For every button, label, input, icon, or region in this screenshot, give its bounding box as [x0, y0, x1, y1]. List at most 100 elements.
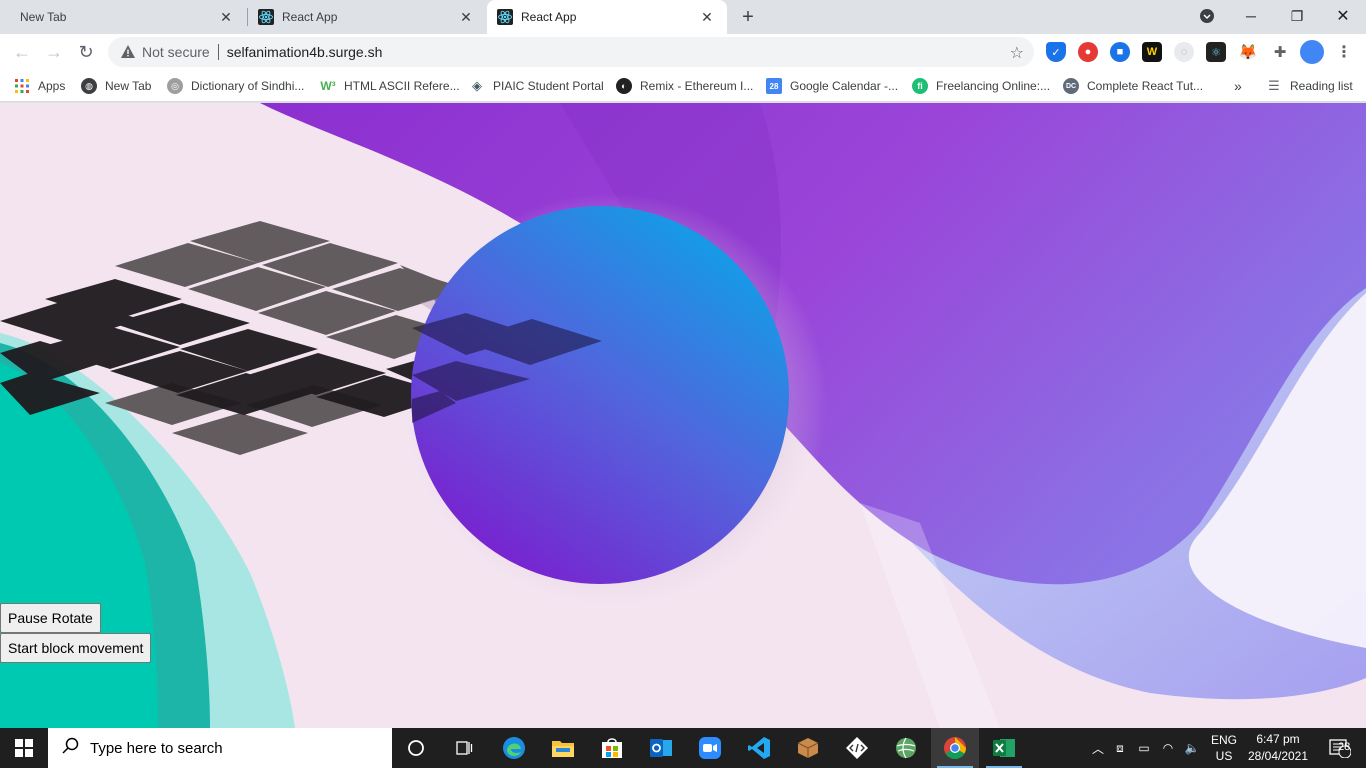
react-devtools-icon[interactable]: ⚛ [1206, 42, 1226, 62]
address-bar[interactable]: Not secure selfanimation4b.surge.sh ☆ [108, 37, 1034, 67]
tab-title: React App [521, 10, 577, 24]
lang-bottom: US [1215, 749, 1233, 763]
bookmark-freelancing[interactable]: fi Freelancing Online:... [912, 76, 1050, 96]
search-placeholder: Type here to search [90, 739, 223, 757]
bookmark-new-tab[interactable]: ◍ New Tab [81, 76, 151, 96]
url-text[interactable]: selfanimation4b.surge.sh [227, 44, 383, 60]
excel-icon[interactable] [980, 728, 1028, 768]
bookmark-html-ascii[interactable]: W³ HTML ASCII Refere... [320, 76, 460, 96]
task-view-icon[interactable] [440, 728, 488, 768]
bookmark-label: Remix - Ethereum I... [640, 79, 754, 93]
tab-react-app-active[interactable]: React App ✕ [487, 0, 727, 34]
menu-icon[interactable]: ⋮ [1334, 42, 1354, 62]
tab-search-icon[interactable] [1184, 0, 1230, 32]
react-icon [258, 9, 274, 25]
bookmark-star-icon[interactable]: ☆ [1010, 43, 1024, 63]
chevron-up-icon[interactable]: ︿ [1088, 740, 1108, 757]
back-icon[interactable]: ← [8, 38, 36, 66]
close-icon[interactable]: ✕ [699, 9, 715, 25]
bookmark-label: HTML ASCII Refere... [344, 79, 460, 93]
browser-toolbar: ← → ↻ Not secure selfanimation4b.surge.s… [0, 34, 1366, 70]
taskbar-search-input[interactable]: Type here to search [48, 728, 392, 768]
lang-top: ENG [1210, 733, 1237, 747]
shield-extension-icon[interactable]: ✓ [1046, 42, 1066, 62]
start-block-movement-button[interactable]: Start block movement [0, 633, 152, 663]
circle-extension-icon[interactable]: ◌ [1174, 42, 1194, 62]
close-icon[interactable]: ✕ [218, 9, 234, 25]
chrome-icon[interactable] [931, 728, 979, 768]
tray-app-icon[interactable]: ⧈ [1108, 741, 1132, 756]
tab-title: React App [282, 10, 338, 24]
bookmark-label: Apps [38, 79, 66, 93]
bookmark-apps[interactable]: Apps [14, 76, 65, 96]
tab-strip: New Tab ✕ React App ✕ React App ✕ + ─ ❐ … [0, 0, 1366, 34]
battery-icon[interactable]: ▭ [1132, 741, 1156, 755]
package-icon[interactable] [784, 728, 832, 768]
windows-start-icon[interactable] [0, 728, 48, 768]
clock-date: 28/04/2021 [1247, 749, 1309, 763]
red-extension-icon[interactable]: ● [1078, 42, 1098, 62]
bookmark-label: Dictionary of Sindhi... [191, 79, 305, 93]
microsoft-store-icon[interactable] [588, 728, 636, 768]
notification-count: 28 [1338, 741, 1351, 753]
notification-center-icon[interactable]: 28 [1322, 728, 1358, 768]
bookmark-dictionary[interactable]: ◎ Dictionary of Sindhi... [167, 76, 304, 96]
security-status[interactable]: Not secure [142, 44, 210, 60]
edge-icon[interactable] [490, 728, 538, 768]
bookmarks-overflow-button[interactable]: » [1234, 76, 1242, 96]
tab-new-tab[interactable]: New Tab ✕ [0, 0, 246, 34]
metamask-icon[interactable]: 🦊 [1238, 42, 1258, 62]
remix-icon: ◐ [616, 78, 632, 94]
file-explorer-icon[interactable] [539, 728, 587, 768]
minimize-icon[interactable]: ─ [1228, 0, 1274, 32]
react-icon [497, 9, 513, 25]
code-editor-icon[interactable] [833, 728, 881, 768]
dictionary-icon: ◎ [167, 78, 183, 94]
bookmark-react-tutorial[interactable]: DC Complete React Tut... [1063, 76, 1203, 96]
piaic-icon: ◈ [472, 78, 482, 93]
new-tab-button[interactable]: + [736, 5, 760, 29]
bookmark-label: Complete React Tut... [1087, 79, 1204, 93]
fiverr-icon: fi [912, 78, 928, 94]
zoom-icon[interactable] [686, 728, 734, 768]
bookmarks-bar: Apps ◍ New Tab ◎ Dictionary of Sindhi...… [0, 70, 1366, 102]
globe-app-icon[interactable] [882, 728, 930, 768]
bookmark-piaic[interactable]: ◈ PIAIC Student Portal [469, 76, 604, 96]
close-icon[interactable]: ✕ [458, 9, 474, 25]
bookmark-label: Google Calendar -... [790, 79, 899, 93]
blue-extension-icon[interactable]: ■ [1110, 42, 1130, 62]
language-indicator[interactable]: ENG US [1210, 728, 1238, 768]
restore-icon[interactable]: ❐ [1274, 0, 1320, 32]
warning-icon [121, 45, 135, 58]
outlook-icon[interactable] [637, 728, 685, 768]
bookmark-label: PIAIC Student Portal [493, 79, 604, 93]
bookmark-label: Freelancing Online:... [936, 79, 1051, 93]
apps-grid-icon [14, 78, 30, 94]
puzzle-icon[interactable]: ✚ [1270, 42, 1290, 62]
vscode-icon[interactable] [735, 728, 783, 768]
forward-icon[interactable]: → [40, 38, 68, 66]
globe-icon: ◍ [81, 78, 97, 94]
reload-icon[interactable]: ↻ [72, 38, 100, 66]
pause-rotate-button[interactable]: Pause Rotate [0, 603, 101, 633]
reading-list-label: Reading list [1290, 79, 1353, 93]
reading-list-button[interactable]: ☰ Reading list [1266, 76, 1353, 96]
bookmark-label: New Tab [105, 79, 152, 93]
bookmark-remix[interactable]: ◐ Remix - Ethereum I... [616, 76, 753, 96]
search-icon [62, 737, 80, 759]
clock[interactable]: 6:47 pm 28/04/2021 [1244, 728, 1312, 768]
reading-list-icon: ☰ [1268, 78, 1280, 93]
windows-taskbar: Type here to search ︿ ⧈ ▭ ◠ 🔈 ENG US 6:4… [0, 728, 1366, 768]
volume-icon[interactable]: 🔈 [1180, 741, 1204, 755]
avatar[interactable] [1300, 40, 1324, 64]
page-content: Pause Rotate Start block movement [0, 103, 1366, 728]
tab-title: New Tab [20, 10, 67, 24]
cortana-icon[interactable] [392, 728, 440, 768]
calendar-icon: 28 [766, 78, 782, 94]
system-tray: ︿ ⧈ ▭ ◠ 🔈 [1088, 728, 1204, 768]
wifi-icon[interactable]: ◠ [1156, 741, 1180, 755]
tab-react-app[interactable]: React App ✕ [248, 0, 486, 34]
w-extension-icon[interactable]: W [1142, 42, 1162, 62]
close-window-icon[interactable]: ✕ [1320, 0, 1366, 32]
bookmark-google-calendar[interactable]: 28 Google Calendar -... [766, 76, 898, 96]
